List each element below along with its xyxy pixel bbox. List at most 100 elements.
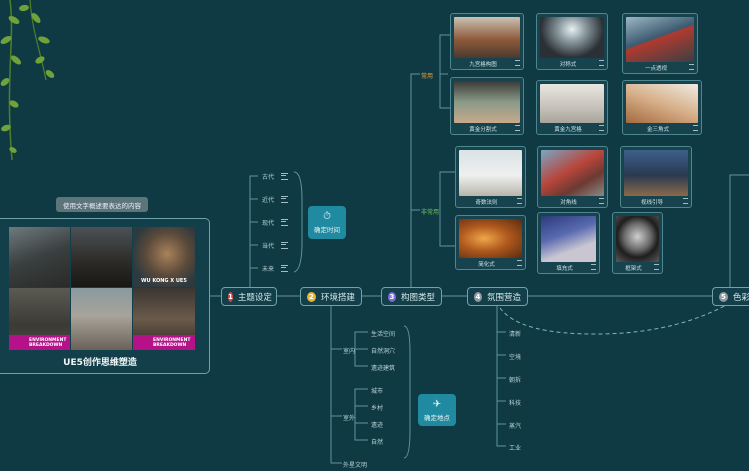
- note-icon: [599, 198, 604, 204]
- card-image: [454, 81, 520, 123]
- node-number: 5: [719, 291, 728, 302]
- indoor-label[interactable]: 室内: [343, 346, 355, 355]
- note-icon: [693, 125, 698, 131]
- card-image: [541, 150, 604, 196]
- note-icon: [515, 125, 520, 131]
- node-environment[interactable]: 2 环境搭建: [300, 287, 362, 306]
- note-icon: [599, 60, 604, 66]
- stopwatch-icon: ⏱: [323, 211, 331, 222]
- node-theme[interactable]: 1 主题设定: [221, 287, 277, 306]
- card-label: 简化式: [478, 262, 495, 268]
- card-image: [540, 17, 604, 58]
- airplane-icon: ✈: [432, 398, 442, 410]
- outdoor-item[interactable]: 自然: [371, 437, 383, 446]
- card-label: 九宫格构图: [469, 62, 497, 68]
- note-icon: [281, 265, 288, 272]
- subject-image-collage: WU KONG X UE5 ENVIRONMENT BREAKDOWN ENVI…: [9, 227, 195, 350]
- outdoor-item[interactable]: 遗迹: [371, 420, 383, 429]
- composition-card[interactable]: 一点透视: [622, 13, 698, 74]
- note-icon: [281, 196, 288, 203]
- card-image: [626, 17, 694, 62]
- node-number: 3: [388, 291, 396, 302]
- card-label: 框架式: [625, 266, 642, 272]
- card-label: 奇数法则: [475, 200, 498, 206]
- node-label: 构图类型: [400, 292, 435, 303]
- node-number: 4: [474, 291, 482, 302]
- indoor-item[interactable]: 自然洞穴: [371, 346, 395, 355]
- time-item[interactable]: 现代: [262, 218, 274, 227]
- note-icon: [599, 125, 604, 131]
- composition-card[interactable]: 九宫格构图: [450, 13, 524, 70]
- mood-item[interactable]: 空境: [509, 352, 521, 361]
- node-composition[interactable]: 3 构图类型: [381, 287, 442, 306]
- composition-card[interactable]: 奇数法则: [455, 146, 526, 208]
- time-item[interactable]: 当代: [262, 241, 274, 250]
- composition-card[interactable]: 黄金九宫格: [536, 80, 608, 135]
- composition-card[interactable]: 填充式: [537, 212, 600, 274]
- node-label: 氛围营造: [486, 292, 521, 303]
- mood-item[interactable]: 蒸汽: [509, 421, 521, 430]
- note-icon: [281, 242, 288, 249]
- card-label: 视线引导: [640, 200, 663, 206]
- node-label: 主题设定: [237, 292, 272, 303]
- note-icon: [517, 260, 522, 266]
- vine-decoration: [0, 0, 55, 161]
- note-icon: [281, 173, 288, 180]
- node-atmosphere[interactable]: 4 氛围营造: [467, 287, 528, 306]
- node-color[interactable]: 5 色彩: [712, 287, 749, 306]
- card-image: [541, 216, 596, 262]
- card-label: 对称式: [559, 62, 577, 68]
- card-label: 金三角式: [646, 127, 669, 133]
- extra-item[interactable]: 外星文明: [343, 460, 367, 469]
- mood-item[interactable]: 工业: [509, 443, 521, 452]
- outdoor-label[interactable]: 室外: [343, 413, 355, 422]
- composition-card[interactable]: 金三角式: [622, 80, 702, 135]
- time-tag[interactable]: ⏱ 确定时间: [308, 206, 346, 239]
- composition-card[interactable]: 框架式: [612, 212, 663, 274]
- note-icon: [591, 264, 596, 270]
- mood-item[interactable]: 清新: [509, 329, 521, 338]
- uncommon-label: 非常用: [421, 209, 440, 216]
- breakdown-text-2: BREAKDOWN: [153, 343, 187, 348]
- outdoor-item[interactable]: 乡村: [371, 403, 383, 412]
- note-icon: [281, 219, 288, 226]
- subject-card[interactable]: WU KONG X UE5 ENVIRONMENT BREAKDOWN ENVI…: [0, 218, 210, 374]
- note-icon: [689, 64, 694, 70]
- card-image: [626, 84, 698, 123]
- breakdown-text-1: BREAKDOWN: [29, 343, 63, 348]
- time-item[interactable]: 近代: [262, 195, 274, 204]
- time-item[interactable]: 古代: [262, 172, 274, 181]
- card-label: 一点透视: [644, 66, 667, 72]
- time-item[interactable]: 未来: [262, 264, 274, 273]
- card-image: [459, 219, 522, 258]
- card-label: 黄金分割式: [469, 127, 497, 133]
- indoor-item[interactable]: 生活空间: [371, 329, 395, 338]
- card-label: 黄金九宫格: [554, 127, 582, 133]
- place-tag-label: 确定地点: [424, 413, 450, 422]
- wukong-text: WU KONG X UE5: [141, 278, 187, 284]
- place-tag[interactable]: ✈ 确定地点: [418, 394, 456, 426]
- composition-card[interactable]: 简化式: [455, 215, 526, 270]
- outdoor-item[interactable]: 城市: [371, 386, 383, 395]
- mood-item[interactable]: 科技: [509, 398, 521, 407]
- note-icon: [683, 198, 688, 204]
- subject-title: UE5创作思维塑造: [63, 358, 137, 368]
- card-label: 对角线: [560, 200, 577, 206]
- node-label: 环境搭建: [320, 292, 355, 303]
- common-label: 常用: [421, 73, 434, 80]
- node-label: 色彩: [732, 292, 749, 303]
- card-image: [454, 17, 520, 58]
- node-number: 1: [228, 291, 233, 302]
- composition-card[interactable]: 视线引导: [620, 146, 692, 208]
- card-image: [624, 150, 688, 196]
- composition-card[interactable]: 对角线: [537, 146, 608, 208]
- composition-card[interactable]: 黄金分割式: [450, 77, 524, 135]
- note-icon: [517, 198, 522, 204]
- indoor-item[interactable]: 遗迹建筑: [371, 363, 395, 372]
- card-image: [540, 84, 604, 123]
- composition-card[interactable]: 对称式: [536, 13, 608, 70]
- subject-tooltip: 使用文字概述要表达的内容: [56, 197, 148, 212]
- mood-item[interactable]: 朝拆: [509, 375, 521, 384]
- card-image: [616, 216, 659, 262]
- note-icon: [515, 60, 520, 66]
